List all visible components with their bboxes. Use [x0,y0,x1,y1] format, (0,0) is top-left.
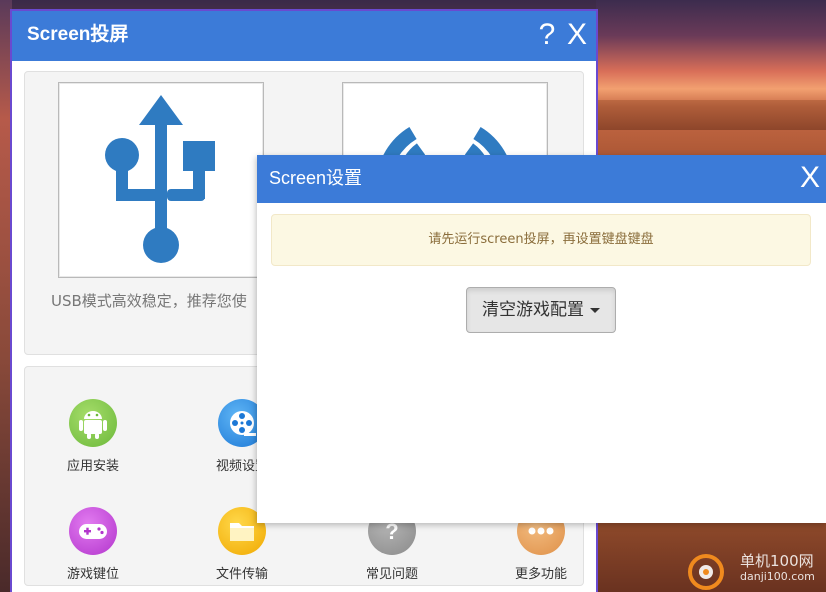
watermark: 单机100网 danji100.com [678,550,826,592]
settings-dialog: Screen设置 X 请先运行screen投屏，再设置键盘键盘 清空游戏配置 [257,155,826,523]
watermark-url: danji100.com [740,570,815,583]
watermark-text: 单机100网 [740,552,814,570]
wallpaper-left [0,0,12,592]
usb-mode-card[interactable] [58,82,264,278]
tool-label: 更多功能 [514,567,567,582]
usb-mode-description: USB模式高效稳定，推荐您使 [51,292,247,310]
android-icon [69,399,117,447]
watermark-logo-icon [688,554,724,590]
close-button[interactable]: X [564,17,590,53]
wallpaper-ridge [596,100,826,130]
tool-label: 应用安装 [66,459,119,474]
clear-config-label: 清空游戏配置 [482,300,584,320]
usb-icon [105,95,215,263]
settings-titlebar[interactable]: Screen设置 X [257,155,826,203]
tool-label: 游戏键位 [66,567,119,582]
desktop-background: Screen投屏 ? X USB模式高效稳定，推荐您使 应用安装 视频设置 游戏… [0,0,826,592]
close-button[interactable]: X [797,160,823,196]
tool-label: 文件传输 [215,567,268,582]
app-install-tool[interactable]: 应用安装 [53,399,133,479]
dialog-title: Screen设置 [269,168,363,188]
tool-label: 常见问题 [365,567,418,582]
caret-down-icon [590,307,600,313]
clear-game-config-dropdown[interactable]: 清空游戏配置 [466,287,616,333]
gamepad-icon [69,507,117,555]
game-keymap-tool[interactable]: 游戏键位 [53,507,133,587]
main-titlebar[interactable]: Screen投屏 ? X [12,11,596,61]
help-button[interactable]: ? [536,17,558,53]
warning-notice: 请先运行screen投屏，再设置键盘键盘 [271,214,811,266]
window-title: Screen投屏 [27,24,129,45]
